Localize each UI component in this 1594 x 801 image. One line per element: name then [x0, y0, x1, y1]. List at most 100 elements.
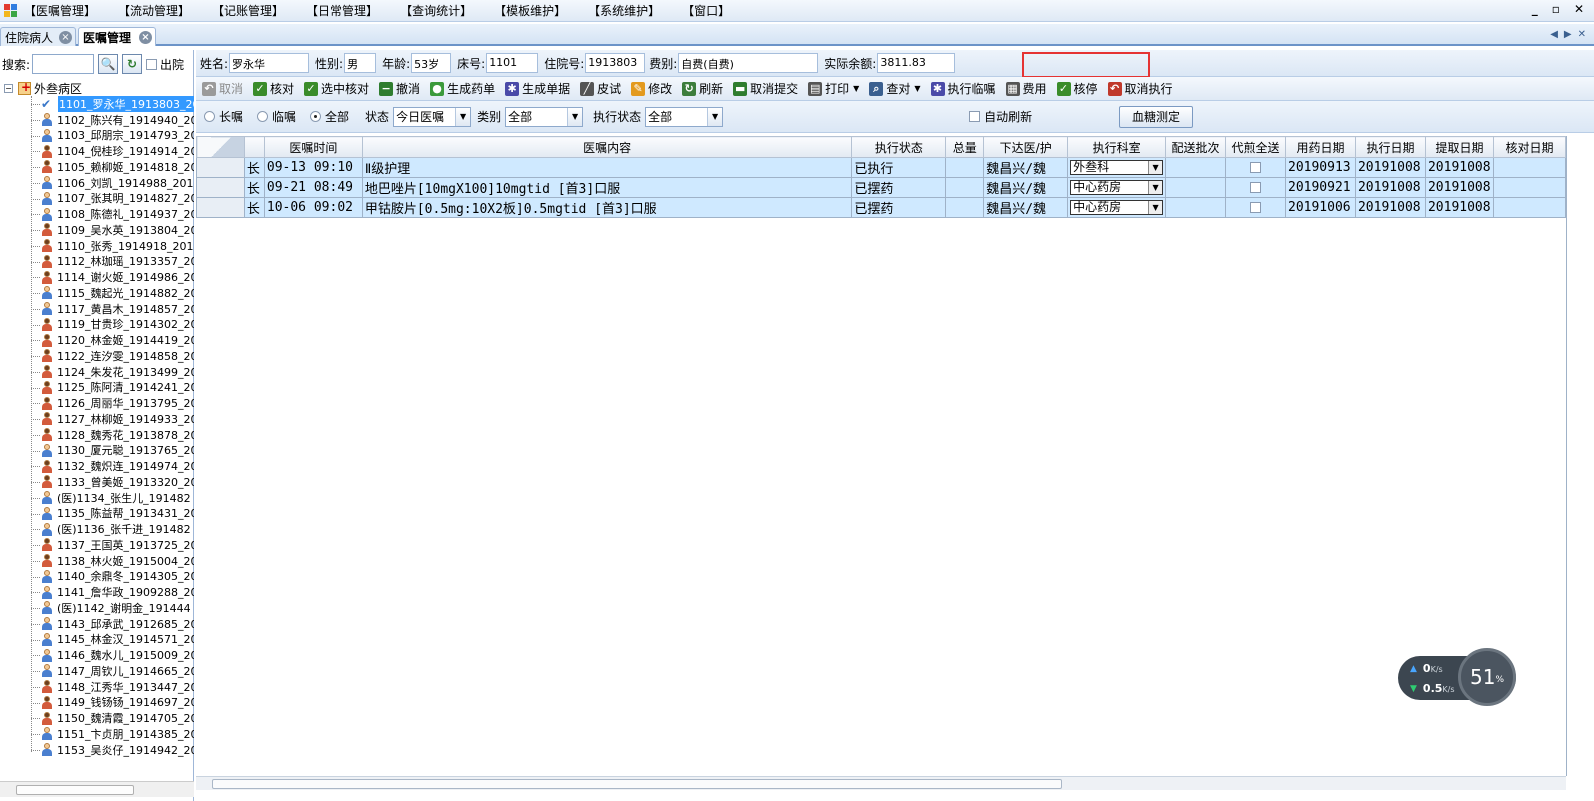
table-row[interactable]: 长 10-06 09:02 甲钴胺片[0.5mg:10X2板]0.5mgtid [首… — [196, 197, 1566, 218]
patient-tree-item[interactable]: 1119_甘贵珍_1914302_20 — [31, 317, 194, 333]
patient-tree-item[interactable]: 1127_林柳姬_1914933_20 — [31, 411, 194, 427]
patient-tree-item[interactable]: 1122_连汐雯_1914858_20 — [31, 348, 194, 364]
patient-tree-item[interactable]: 1115_魏起光_1914882_20 — [31, 285, 194, 301]
menu-query-statistics[interactable]: 【查询统计】 — [400, 2, 472, 19]
radio-icon[interactable] — [257, 111, 269, 122]
collapse-icon[interactable]: − — [4, 83, 13, 93]
horizontal-scrollbar[interactable] — [0, 781, 194, 797]
exec-dept-select[interactable]: 外叁科 ▼ — [1070, 160, 1164, 175]
exec-dept-cell[interactable]: 中心药房 ▼ — [1067, 177, 1167, 198]
checkbox-icon[interactable] — [1250, 182, 1262, 193]
toolbar-button-3[interactable]: − 撤消 — [379, 80, 420, 97]
patient-tree-item[interactable]: 1107_张其明_1914827_20 — [31, 191, 194, 207]
radio-all[interactable]: 全部 — [310, 108, 349, 125]
menu-window[interactable]: 【窗口】 — [682, 2, 730, 19]
row-header[interactable] — [196, 177, 245, 198]
patient-tree-item[interactable]: 1105_赖柳姬_1914818_20 — [31, 159, 194, 175]
toolbar-button-15[interactable]: ↶ 取消执行 — [1107, 80, 1173, 97]
patient-tree-item[interactable]: 1114_谢火姬_1914986_20 — [31, 269, 194, 285]
chevron-down-icon[interactable]: ▼ — [1148, 161, 1163, 174]
tree-root-ward[interactable]: − 外叁病区 — [4, 80, 82, 96]
column-header[interactable]: 核对日期 — [1492, 136, 1566, 158]
discharged-checkbox[interactable]: 出院 — [146, 56, 184, 73]
patient-tree-item[interactable]: (医)1134_张生儿_191482 — [31, 490, 194, 506]
chevron-down-icon[interactable]: ▼ — [1148, 201, 1163, 214]
grid-horizontal-scrollbar[interactable] — [196, 776, 1566, 790]
patient-tree-item[interactable]: 1138_林火姬_1915004_20 — [31, 553, 194, 569]
chevron-down-icon[interactable]: ▼ — [853, 84, 859, 93]
checkbox-icon[interactable] — [1250, 202, 1262, 213]
restore-icon[interactable]: ▫ — [1552, 2, 1560, 16]
patient-tree-item[interactable]: 1108_陈德礼_1914937_20 — [31, 206, 194, 222]
status-select[interactable]: 今日医嘱 ▼ — [393, 106, 472, 127]
exec-dept-select[interactable]: 中心药房 ▼ — [1070, 200, 1164, 215]
menu-system-maintenance[interactable]: 【系统维护】 — [588, 2, 660, 19]
column-header[interactable]: 医嘱内容 — [361, 136, 853, 158]
menu-order-management[interactable]: 【医嘱管理】 — [24, 2, 96, 19]
radio-icon[interactable] — [204, 111, 215, 122]
chevron-down-icon[interactable]: ▼ — [1148, 181, 1163, 194]
toolbar-button-1[interactable]: ✓ 核对 — [253, 80, 294, 97]
patient-tree-item[interactable]: 1132_魏炽连_1914974_20 — [31, 458, 194, 474]
column-header[interactable]: 执行状态 — [851, 136, 947, 158]
patient-tree-item[interactable]: 1135_陈益帮_1913431_20 — [31, 506, 194, 522]
category-select[interactable]: 全部 ▼ — [505, 106, 584, 127]
column-header[interactable]: 医嘱时间 — [263, 136, 363, 158]
chevron-down-icon[interactable]: ▼ — [455, 107, 471, 126]
patient-tree-item[interactable]: 1110_张秀_1914918_2019 — [31, 238, 194, 254]
exec-dept-select[interactable]: 中心药房 ▼ — [1070, 180, 1164, 195]
exec-status-select[interactable]: 全部 ▼ — [645, 106, 724, 127]
search-input[interactable] — [32, 54, 95, 74]
patient-tree-item[interactable]: 1125_陈阿清_1914241_20 — [31, 380, 194, 396]
refresh-button[interactable]: ↻ — [122, 54, 143, 74]
tab-order-management[interactable]: 医嘱管理 × — [78, 27, 156, 46]
radio-temporary[interactable]: 临嘱 — [257, 108, 296, 125]
patient-tree-item[interactable]: 1149_钱钖钖_1914697_20 — [31, 695, 194, 711]
column-header[interactable]: 下达医/护 — [983, 136, 1069, 158]
patient-tree-item[interactable]: 1109_吴水英_1913804_20 — [31, 222, 194, 238]
patient-tree-item[interactable]: 1106_刘凯_1914988_2019 — [31, 175, 194, 191]
tab-prev-icon[interactable]: ◀ — [1550, 29, 1558, 40]
checkbox-icon[interactable] — [1250, 162, 1262, 173]
patient-tree-item[interactable]: ✔ 1101_罗永华_1913803_20 — [31, 95, 194, 112]
patient-tree-item[interactable]: (医)1142_谢明金_191444 — [31, 600, 194, 616]
scrollbar-thumb[interactable] — [16, 785, 134, 795]
column-header[interactable] — [243, 136, 265, 158]
search-button[interactable]: 🔍 — [98, 54, 119, 74]
column-header[interactable]: 用药日期 — [1285, 136, 1356, 158]
minimize-icon[interactable]: _ — [1532, 2, 1538, 16]
toolbar-button-14[interactable]: ✓ 核停 — [1056, 80, 1098, 97]
menu-template-maintenance[interactable]: 【模板维护】 — [494, 2, 566, 19]
tab-close-all-icon[interactable]: ✕ — [1578, 29, 1586, 40]
toolbar-button-9[interactable]: ▬ 取消提交 — [733, 80, 798, 97]
patient-tree-item[interactable]: 1137_王国英_1913725_20 — [31, 537, 194, 553]
patient-tree-item[interactable]: 1128_魏秀花_1913878_20 — [31, 427, 194, 443]
patient-tree-item[interactable]: 1117_黄昌木_1914857_20 — [31, 301, 194, 317]
radio-long-term[interactable]: 长嘱 — [204, 108, 243, 125]
exec-dept-cell[interactable]: 中心药房 ▼ — [1067, 197, 1167, 218]
toolbar-button-0[interactable]: ↶ 取消 — [202, 80, 243, 97]
column-header[interactable]: 代煎全送 — [1225, 136, 1286, 158]
toolbar-button-2[interactable]: ✓ 选中核对 — [304, 80, 369, 97]
table-row[interactable]: 长 09-21 08:49 地巴唑片[10mgX100]10mgtid [首3]口服… — [196, 177, 1566, 198]
menu-billing-management[interactable]: 【记账管理】 — [212, 2, 284, 19]
toolbar-button-4[interactable]: ● 生成药单 — [430, 80, 495, 97]
patient-tree-item[interactable]: 1150_魏清霞_1914705_20 — [31, 710, 194, 726]
patient-tree-item[interactable]: 1151_卞贞朋_1914385_20 — [31, 726, 194, 742]
chevron-down-icon[interactable]: ▼ — [914, 84, 920, 93]
patient-tree-item[interactable]: 1146_魏水儿_1915009_20 — [31, 647, 194, 663]
patient-tree-item[interactable]: 1126_周丽华_1913795_20 — [31, 395, 194, 411]
patient-tree-item[interactable]: 1124_朱发花_1913499_20 — [31, 364, 194, 380]
row-header[interactable] — [196, 157, 245, 178]
toolbar-button-11[interactable]: ⌕ 查对 ▼ — [869, 80, 921, 97]
auto-refresh-checkbox[interactable]: 自动刷新 — [969, 108, 1032, 125]
patient-tree-item[interactable]: 1120_林金姬_1914419_20 — [31, 332, 194, 348]
tab-close-icon[interactable]: × — [139, 31, 152, 44]
patient-tree-item[interactable]: 1141_詹华政_1909288_20 — [31, 584, 194, 600]
tab-next-icon[interactable]: ▶ — [1564, 29, 1572, 40]
patient-tree-item[interactable]: 1103_邱朋宗_1914793_20 — [31, 128, 194, 144]
patient-tree-item[interactable]: 1140_余鼎冬_1914305_20 — [31, 569, 194, 585]
column-header[interactable]: 执行科室 — [1067, 136, 1167, 158]
patient-tree-item[interactable]: 1153_吴炎仔_1914942_20 — [31, 742, 194, 758]
menu-flow-management[interactable]: 【流动管理】 — [118, 2, 190, 19]
